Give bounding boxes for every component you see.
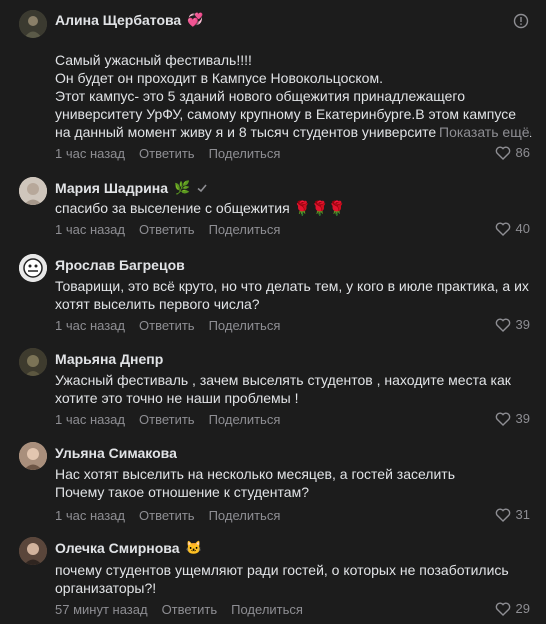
avatar[interactable] [19,348,47,376]
comment-text: почему студентов ущемляют ради гостей, о… [55,562,509,596]
share-button[interactable]: Поделиться [209,146,281,161]
like-count: 39 [515,317,530,332]
show-more-link[interactable]: Показать ещё [436,123,530,141]
like-button[interactable]: 31 [495,507,530,522]
reply-button[interactable]: Ответить [139,318,195,333]
heart-icon [495,146,510,160]
author-name[interactable]: Алина Щербатова [55,12,181,28]
verified-check-icon [197,184,207,193]
heart-icon [495,318,510,332]
comment-time[interactable]: 1 час назад [55,222,125,237]
avatar[interactable] [19,442,47,470]
share-button[interactable]: Поделиться [209,412,281,427]
comment-time[interactable]: 1 час назад [55,146,125,161]
comment-time[interactable]: 1 час назад [55,412,125,427]
reply-button[interactable]: Ответить [139,508,195,523]
reply-button[interactable]: Ответить [139,412,195,427]
reply-button[interactable]: Ответить [162,602,218,617]
author-name[interactable]: Ярослав Багрецов [55,257,185,273]
author-name[interactable]: Мария Шадрина [55,180,168,196]
reply-button[interactable]: Ответить [139,146,195,161]
avatar[interactable] [19,254,47,282]
avatar[interactable] [19,10,47,38]
share-button[interactable]: Поделиться [209,318,281,333]
heart-badge-icon: 💞 [187,12,204,27]
like-button[interactable]: 39 [495,317,530,332]
avatar[interactable] [19,537,47,565]
author-name[interactable]: Олечка Смирнова [55,540,180,556]
share-button[interactable]: Поделиться [209,508,281,523]
cat-badge-icon: 🐱 [185,540,202,555]
avatar[interactable] [19,177,47,205]
author-name[interactable]: Ульяна Симакова [55,445,177,461]
like-count: 86 [515,145,530,160]
comment-text: спасибо за выселение с общежития 🌹🌹🌹 [55,200,346,216]
comment-text: Ужасный фестиваль , зачем выселять студе… [55,372,511,406]
leaf-badge-icon: 🌿 [173,180,191,195]
like-button[interactable]: 29 [495,601,530,616]
share-button[interactable]: Поделиться [231,602,303,617]
comment-text: Товарищи, это всё круто, но что делать т… [55,278,529,312]
author-name[interactable]: Марьяна Днепр [55,351,163,367]
like-button[interactable]: 40 [495,221,530,236]
comment-text: Нас хотят выселить на несколько месяцев,… [55,466,456,500]
heart-icon [495,602,510,616]
like-count: 40 [515,221,530,236]
heart-icon [495,412,510,426]
comment-time[interactable]: 57 минут назад [55,602,148,617]
like-count: 29 [515,601,530,616]
comment-time[interactable]: 1 час назад [55,318,125,333]
like-count: 39 [515,411,530,426]
heart-icon [495,508,510,522]
like-button[interactable]: 86 [495,145,530,160]
reply-button[interactable]: Ответить [139,222,195,237]
more-options-icon[interactable] [513,13,529,29]
comment-time[interactable]: 1 час назад [55,508,125,523]
share-button[interactable]: Поделиться [209,222,281,237]
like-button[interactable]: 39 [495,411,530,426]
heart-icon [495,222,510,236]
like-count: 31 [515,507,530,522]
